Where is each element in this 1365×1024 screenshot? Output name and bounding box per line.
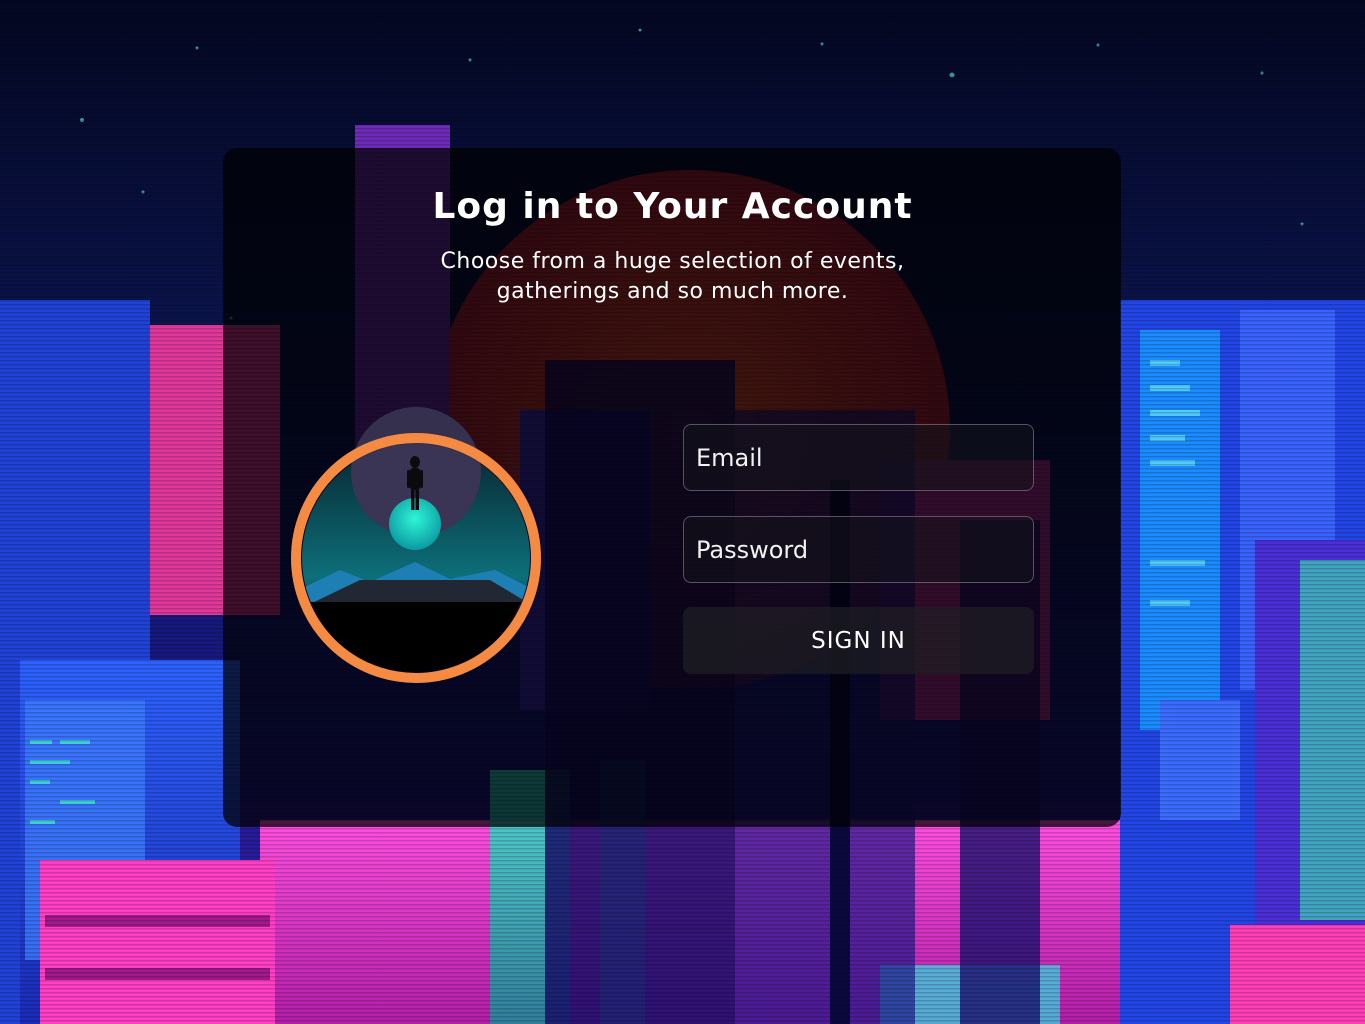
sign-in-button[interactable]: SIGN IN <box>683 607 1034 674</box>
avatar <box>290 404 542 688</box>
password-field[interactable] <box>683 516 1034 583</box>
email-field[interactable] <box>683 424 1034 491</box>
alien-on-planet-icon <box>291 407 541 683</box>
page-title: Log in to Your Account <box>432 186 913 227</box>
page-subtitle: Choose from a huge selection of events, … <box>440 249 905 304</box>
